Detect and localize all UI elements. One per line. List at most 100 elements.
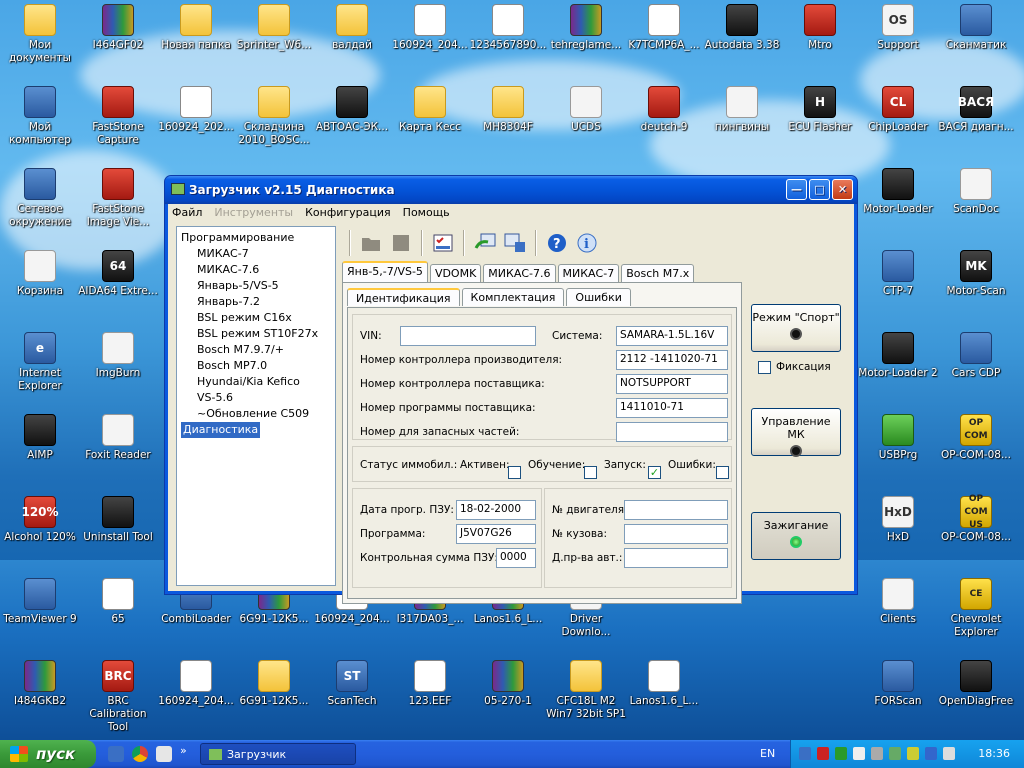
desktop-icon[interactable]: ScanDoc xyxy=(936,168,1016,216)
start-button[interactable]: пуск xyxy=(0,740,96,768)
tray-display-icon[interactable] xyxy=(925,747,937,760)
maximize-button[interactable]: □ xyxy=(809,179,830,200)
desktop-icon[interactable]: Clients xyxy=(858,578,938,626)
chrome-icon[interactable] xyxy=(132,746,148,762)
desktop-icon[interactable]: Карта Кесс xyxy=(390,86,470,134)
desktop-icon[interactable]: CTP-7 xyxy=(858,250,938,298)
ecu-supplier-field[interactable]: NOTSUPPORT xyxy=(616,374,728,394)
write-ecu-icon[interactable] xyxy=(502,230,528,256)
spare-parts-field[interactable] xyxy=(616,422,728,442)
desktop-icon[interactable]: 160924_204... xyxy=(156,660,236,708)
language-indicator[interactable]: EN xyxy=(760,747,775,760)
menu-file[interactable]: Файл xyxy=(172,206,202,222)
info-icon[interactable]: i xyxy=(574,230,600,256)
fixation-checkbox[interactable] xyxy=(758,361,771,374)
read-ecu-icon[interactable] xyxy=(472,230,498,256)
desktop-icon[interactable]: 120% Alcohol 120% xyxy=(0,496,80,544)
desktop-icon[interactable]: OP COM OP-COM-08... xyxy=(936,414,1016,462)
tray-printer-icon[interactable] xyxy=(943,747,955,760)
immo-start-checkbox[interactable]: ✓ xyxy=(648,466,661,479)
desktop-icon[interactable]: Lanos1.6_L... xyxy=(624,660,704,708)
tree-item-diagnostics[interactable]: Диагностика xyxy=(181,422,261,438)
desktop-icon[interactable]: 6G91-12K5... xyxy=(234,660,314,708)
tree-item[interactable]: МИКАС-7 xyxy=(181,246,331,262)
open-icon[interactable] xyxy=(358,230,384,256)
ecu-mfr-field[interactable]: 2112 -1411020-71 xyxy=(616,350,728,370)
menu-help[interactable]: Помощь xyxy=(403,206,450,222)
rom-date-field[interactable]: 18-02-2000 xyxy=(456,500,536,520)
desktop-icon[interactable]: Autodata 3.38 xyxy=(702,4,782,52)
desktop-icon[interactable]: Корзина xyxy=(0,250,80,298)
menu-config[interactable]: Конфигурация xyxy=(305,206,391,222)
desktop-icon[interactable]: ImgBurn xyxy=(78,332,158,380)
desktop-icon[interactable]: MH8304F xyxy=(468,86,548,134)
desktop-icon[interactable]: Сканматик xyxy=(936,4,1016,52)
tray-usb-icon[interactable] xyxy=(853,747,865,760)
program-field[interactable]: J5V07G26 xyxy=(456,524,536,544)
desktop-icon[interactable]: Складчина 2010_BOSC... xyxy=(234,86,314,147)
minimize-button[interactable]: — xyxy=(786,179,807,200)
desktop-icon[interactable]: Motor-Loader xyxy=(858,168,938,216)
desktop-icon[interactable]: CFC18L M2 Win7 32bit SP1 xyxy=(546,660,626,721)
tab-errors[interactable]: Ошибки xyxy=(566,288,631,306)
tree-item[interactable]: Bosch M7.9.7/+ xyxy=(181,342,331,358)
desktop-icon[interactable]: OS Support xyxy=(858,4,938,52)
tray-signal-icon[interactable] xyxy=(889,747,901,760)
tray-app-icon[interactable] xyxy=(907,747,919,760)
tree-item[interactable]: Bosch MP7.0 xyxy=(181,358,331,374)
program-supplier-field[interactable]: 1411010-71 xyxy=(616,398,728,418)
desktop-icon[interactable]: Мой компьютер xyxy=(0,86,80,147)
ignition-button[interactable]: Зажигание xyxy=(751,512,841,560)
desktop-icon[interactable]: tehreglame... xyxy=(546,4,626,52)
rom-crc-field[interactable]: 0000 xyxy=(496,548,536,568)
desktop-icon[interactable]: Motor-Loader 2 xyxy=(858,332,938,380)
tab-vdomk[interactable]: VDOMK xyxy=(429,264,482,282)
desktop-icon[interactable]: CL ChipLoader xyxy=(858,86,938,134)
immo-errors-checkbox[interactable] xyxy=(716,466,729,479)
system-field[interactable]: SAMARA-1.5L.16V xyxy=(616,326,728,346)
quicklaunch-app-icon[interactable] xyxy=(156,746,172,762)
desktop-icon[interactable]: AIMP xyxy=(0,414,80,462)
checklist-icon[interactable] xyxy=(430,230,456,256)
menu-tools[interactable]: Инструменты xyxy=(214,206,293,222)
tab-bosch-m7x[interactable]: Bosch M7.x xyxy=(621,264,695,282)
show-desktop-icon[interactable] xyxy=(108,746,124,762)
desktop-icon[interactable]: 123.EEF xyxy=(390,660,470,708)
desktop-icon[interactable]: I484GKB2 xyxy=(0,660,80,708)
desktop-icon[interactable]: e Internet Explorer xyxy=(0,332,80,393)
tab-jan5[interactable]: Янв-5,-7/VS-5 xyxy=(342,261,428,282)
desktop-icon[interactable]: валдай xyxy=(312,4,392,52)
desktop-icon[interactable]: пингвины xyxy=(702,86,782,134)
desktop-icon[interactable]: ST ScanTech xyxy=(312,660,392,708)
desktop-icon[interactable]: USBPrg xyxy=(858,414,938,462)
desktop-icon[interactable]: OpenDiagFree xyxy=(936,660,1016,708)
desktop-icon[interactable]: Sprinter_W6... xyxy=(234,4,314,52)
tree-item[interactable]: ~Обновление C509 xyxy=(181,406,331,422)
desktop-icon[interactable]: Mtro xyxy=(780,4,860,52)
tab-configuration[interactable]: Комплектация xyxy=(461,288,565,306)
stop-icon[interactable] xyxy=(388,230,414,256)
desktop-icon[interactable]: 160924_202... xyxy=(156,86,236,134)
desktop-icon[interactable]: АВТОАС-ЭК... xyxy=(312,86,392,134)
desktop-icon[interactable]: K7TCMP6A_... xyxy=(624,4,704,52)
window-titlebar[interactable]: Загрузчик v2.15 Диагностика — □ ✕ xyxy=(165,176,857,204)
tree-root[interactable]: Программирование xyxy=(181,230,331,246)
desktop-icon[interactable]: FastStone Image Vie... xyxy=(78,168,158,229)
desktop-icon[interactable]: 05-270-1 xyxy=(468,660,548,708)
tree-item[interactable]: Январь-7.2 xyxy=(181,294,331,310)
engine-no-field[interactable] xyxy=(624,500,728,520)
tray-update-icon[interactable] xyxy=(835,747,847,760)
desktop-icon[interactable]: Cars CDP xyxy=(936,332,1016,380)
tree-item[interactable]: Hyundai/Kia Kefico xyxy=(181,374,331,390)
help-icon[interactable]: ? xyxy=(544,230,570,256)
immo-learn-checkbox[interactable] xyxy=(584,466,597,479)
desktop-icon[interactable]: 65 xyxy=(78,578,158,626)
desktop-icon[interactable]: Новая папка xyxy=(156,4,236,52)
tray-network-icon[interactable] xyxy=(799,747,811,760)
desktop-icon[interactable]: Uninstall Tool xyxy=(78,496,158,544)
desktop-icon[interactable]: deutch-9 xyxy=(624,86,704,134)
desktop-icon[interactable]: H ECU Flasher xyxy=(780,86,860,134)
tab-identification[interactable]: Идентификация xyxy=(347,288,460,306)
sport-mode-button[interactable]: Режим "Спорт" xyxy=(751,304,841,352)
tree-item[interactable]: BSL режим ST10F27x xyxy=(181,326,331,342)
